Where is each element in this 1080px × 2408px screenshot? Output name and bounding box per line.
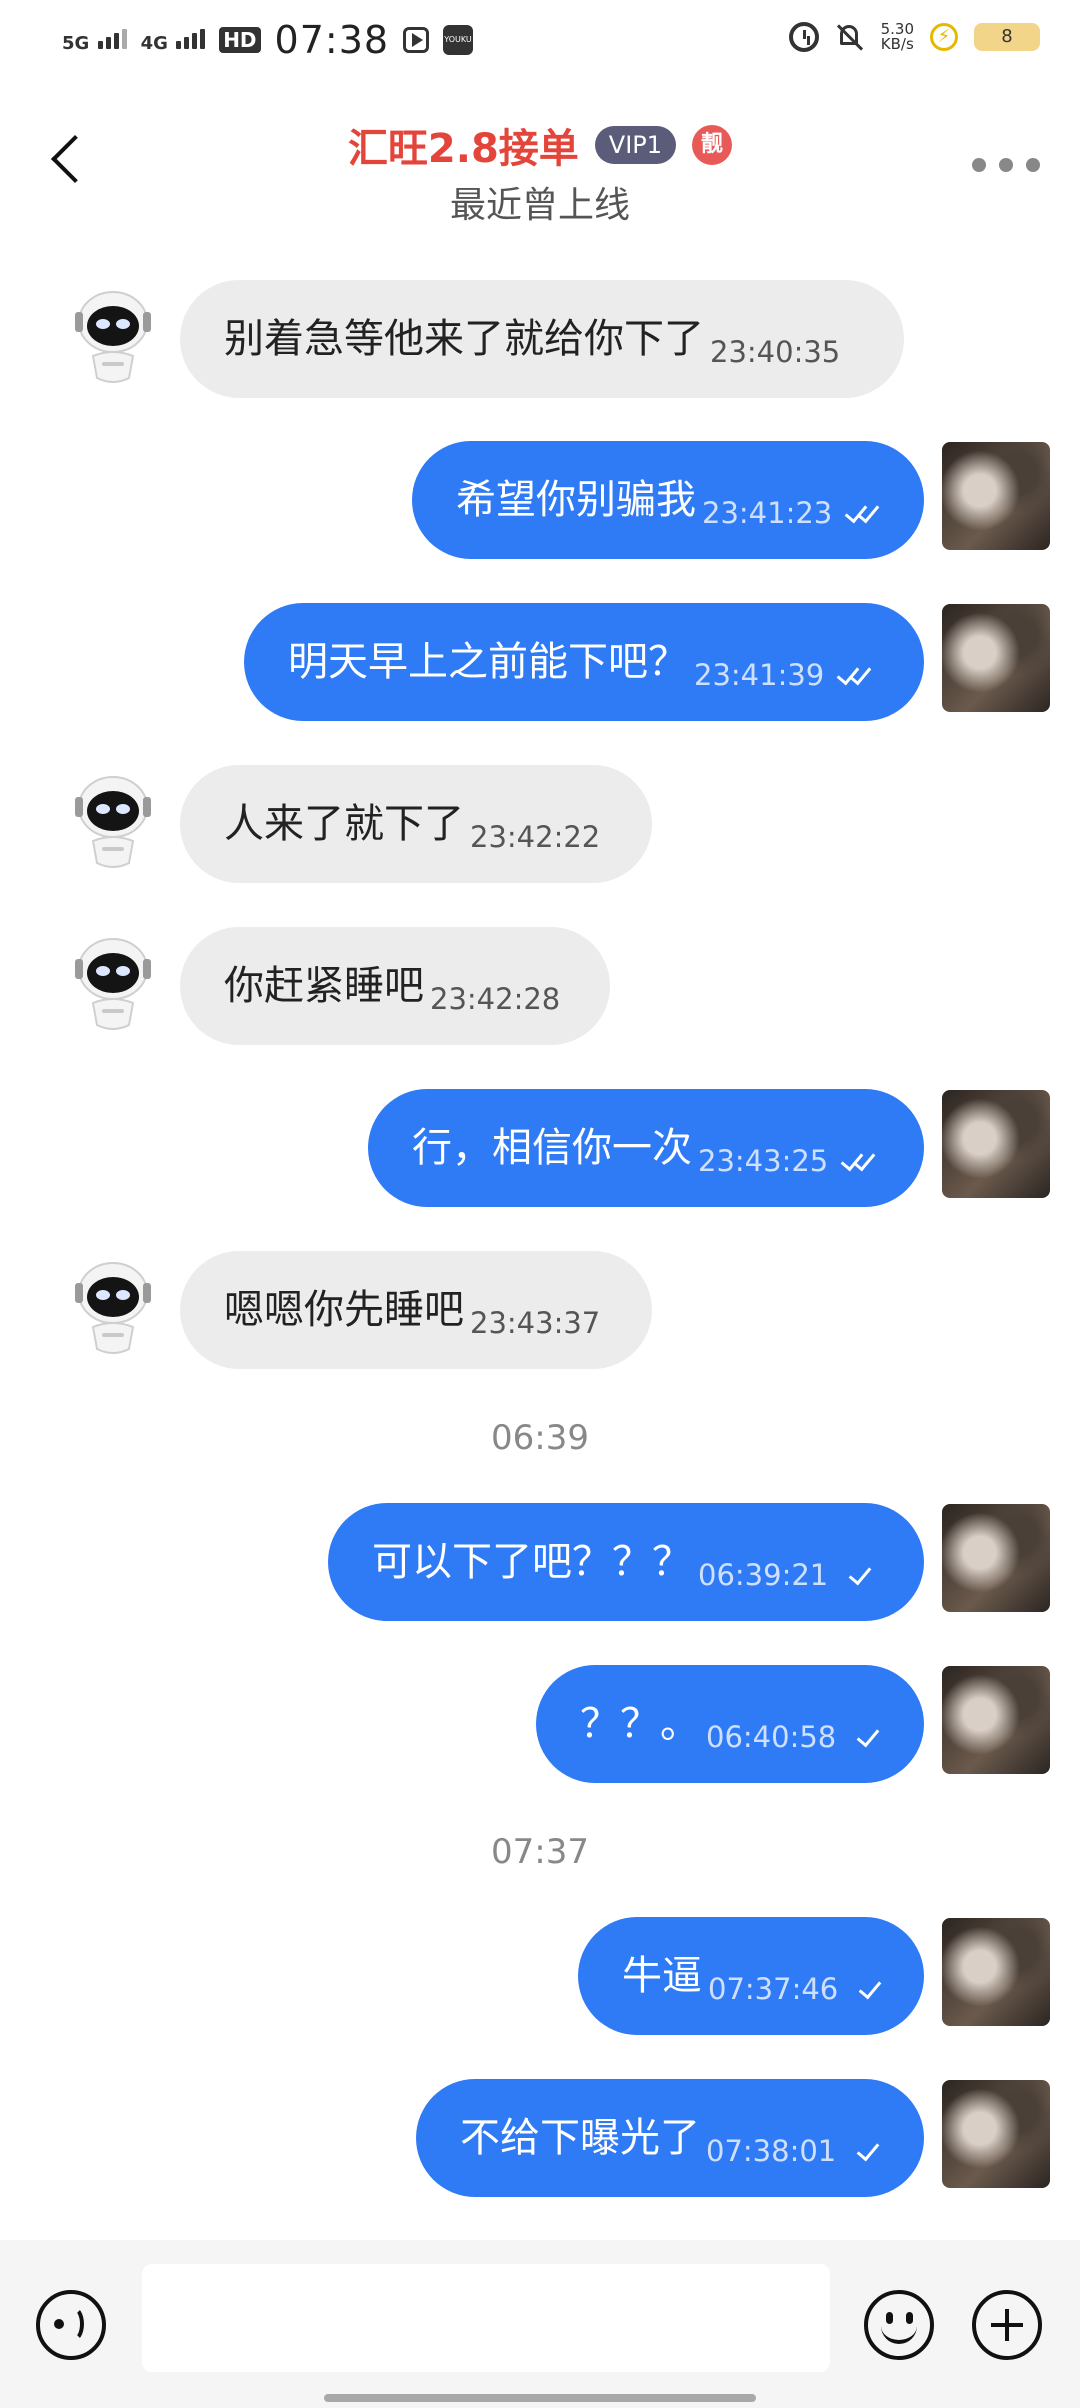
message-text: 明天早上之前能下吧？ bbox=[288, 639, 688, 685]
status-bar: 5G 4G HD 07:38 YOUKU 5.30 KB/s ⚡ 8 bbox=[0, 0, 1080, 84]
message-timestamp: 07:37:46 bbox=[708, 1972, 839, 2006]
outgoing-message-bubble[interactable]: 可以下了吧？？？ 06:39:21 bbox=[328, 1503, 924, 1621]
more-options-icon[interactable] bbox=[972, 158, 1040, 174]
message-timestamp: 06:39:21 bbox=[698, 1558, 829, 1592]
emoji-icon[interactable] bbox=[864, 2290, 934, 2360]
network-4g-label: 4G bbox=[140, 33, 168, 54]
status-time: 07:38 bbox=[274, 18, 390, 62]
outgoing-message-bubble[interactable]: 明天早上之前能下吧？ 23:41:39 bbox=[244, 603, 924, 721]
speed-unit: KB/s bbox=[880, 35, 914, 53]
message-timestamp: 23:42:22 bbox=[470, 820, 601, 854]
message-text: 人来了就下了 bbox=[224, 801, 464, 847]
double-check-icon bbox=[844, 499, 880, 525]
message-timestamp: 23:43:37 bbox=[470, 1306, 601, 1340]
message-text: 可以下了吧？？？ bbox=[372, 1539, 692, 1585]
message-text: 行，相信你一次 bbox=[412, 1125, 692, 1171]
online-status: 最近曾上线 bbox=[449, 185, 630, 226]
message-text: ？？。 bbox=[580, 1701, 700, 1747]
message-timestamp: 23:42:28 bbox=[430, 982, 561, 1016]
signal-4g: 4G bbox=[141, 27, 206, 53]
mute-bell-icon bbox=[835, 22, 865, 52]
incoming-message-bubble[interactable]: 嗯嗯你先睡吧 23:43:37 bbox=[180, 1251, 652, 1369]
time-separator: 06:39 bbox=[491, 1418, 589, 1458]
incoming-message-bubble[interactable]: 别着急等他来了就给你下了 23:40:35 bbox=[180, 280, 904, 398]
robot-avatar[interactable] bbox=[58, 1253, 168, 1363]
alarm-icon bbox=[788, 22, 819, 52]
battery-indicator: 8 bbox=[974, 23, 1040, 51]
user-avatar[interactable] bbox=[942, 2080, 1050, 2188]
message-timestamp: 23:43:25 bbox=[698, 1144, 829, 1178]
charging-bolt-icon: ⚡ bbox=[930, 23, 958, 51]
contact-name[interactable]: 汇旺2.8接单 bbox=[348, 116, 579, 174]
user-avatar[interactable] bbox=[942, 442, 1050, 550]
incoming-message-bubble[interactable]: 你赶紧睡吧 23:42:28 bbox=[180, 927, 610, 1045]
message-text: 嗯嗯你先睡吧 bbox=[224, 1287, 464, 1333]
user-avatar[interactable] bbox=[942, 1918, 1050, 2026]
network-5g-label: 5G bbox=[62, 33, 90, 54]
message-timestamp: 07:38:01 bbox=[706, 2134, 837, 2168]
user-avatar[interactable] bbox=[942, 604, 1050, 712]
outgoing-message-bubble[interactable]: 希望你别骗我 23:41:23 bbox=[412, 441, 924, 559]
robot-avatar[interactable] bbox=[58, 767, 168, 877]
message-text: 希望你别骗我 bbox=[456, 477, 696, 523]
signal-5g: 5G bbox=[62, 27, 127, 53]
message-text: 别着急等他来了就给你下了 bbox=[224, 316, 704, 362]
robot-avatar[interactable] bbox=[58, 929, 168, 1039]
message-timestamp: 23:40:35 bbox=[710, 335, 841, 369]
double-check-icon bbox=[836, 661, 878, 687]
user-avatar[interactable] bbox=[942, 1666, 1050, 1774]
outgoing-message-bubble[interactable]: 不给下曝光了 07:38:01 bbox=[416, 2079, 924, 2197]
message-text: 你赶紧睡吧 bbox=[224, 963, 424, 1009]
message-timestamp: 06:40:58 bbox=[706, 1720, 837, 1754]
voice-input-icon[interactable] bbox=[36, 2290, 106, 2360]
check-icon bbox=[850, 2137, 880, 2163]
outgoing-message-bubble[interactable]: 行，相信你一次 23:43:25 bbox=[368, 1089, 924, 1207]
play-icon bbox=[403, 27, 430, 53]
robot-avatar[interactable] bbox=[58, 282, 168, 392]
chat-header: 汇旺2.8接单 VIP1 靓 最近曾上线 bbox=[0, 100, 1080, 240]
message-text: 不给下曝光了 bbox=[460, 2115, 700, 2161]
message-timestamp: 23:41:39 bbox=[694, 658, 825, 692]
message-input[interactable] bbox=[142, 2264, 830, 2372]
user-avatar[interactable] bbox=[942, 1090, 1050, 1198]
outgoing-message-bubble[interactable]: 牛逼 07:37:46 bbox=[578, 1917, 924, 2035]
message-timestamp: 23:41:23 bbox=[702, 496, 833, 530]
double-check-icon bbox=[840, 1147, 880, 1173]
signal-bars-icon bbox=[176, 27, 206, 49]
hd-badge: HD bbox=[219, 27, 261, 53]
message-text: 牛逼 bbox=[622, 1953, 702, 1999]
incoming-message-bubble[interactable]: 人来了就下了 23:42:22 bbox=[180, 765, 652, 883]
vip-badge: VIP1 bbox=[594, 126, 677, 164]
signal-bars-icon bbox=[97, 27, 127, 49]
time-separator: 07:37 bbox=[491, 1832, 589, 1872]
outgoing-message-bubble[interactable]: ？？。 06:40:58 bbox=[536, 1665, 924, 1783]
check-icon bbox=[842, 1561, 880, 1587]
network-speed: 5.30 KB/s bbox=[881, 22, 914, 52]
plus-icon[interactable] bbox=[972, 2290, 1042, 2360]
check-icon bbox=[852, 1975, 882, 2001]
pretty-number-badge: 靓 bbox=[692, 125, 733, 165]
youku-app-icon: YOUKU bbox=[443, 25, 474, 55]
user-avatar[interactable] bbox=[942, 1504, 1050, 1612]
home-indicator[interactable] bbox=[324, 2394, 756, 2402]
check-icon bbox=[850, 1723, 880, 1749]
input-bar bbox=[0, 2240, 1080, 2408]
